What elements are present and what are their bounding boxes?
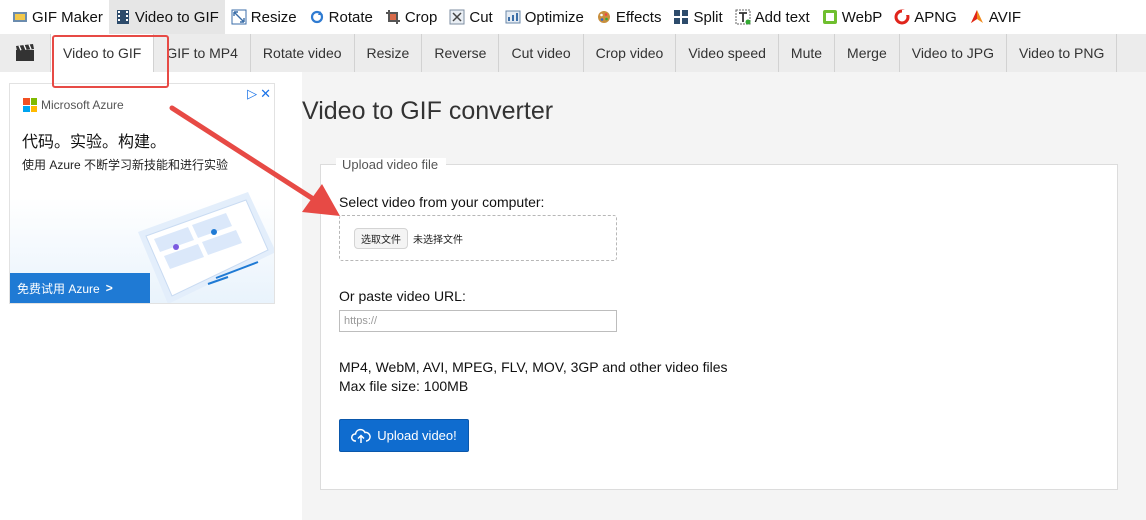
crop-icon [385, 10, 400, 24]
page-title: Video to GIF converter [302, 97, 554, 125]
nav-label: Crop [404, 8, 438, 26]
nav-label: WebP [841, 8, 883, 26]
sub-nav: Video to GIF GIF to MP4 Rotate video Res… [0, 34, 1146, 72]
tab-video-to-jpg[interactable]: Video to JPG [900, 34, 1007, 72]
optimize-icon [505, 10, 521, 24]
tab-video-speed[interactable]: Video speed [676, 34, 779, 72]
adchoices-icon[interactable]: ▷ [247, 86, 257, 102]
file-dropzone[interactable]: 选取文件 未选择文件 [339, 215, 617, 261]
nav-label: Cut [469, 8, 493, 26]
nav-effects[interactable]: Effects [590, 0, 668, 34]
nav-apng[interactable]: APNG [888, 0, 963, 34]
resize-icon [231, 9, 247, 25]
apng-icon [894, 9, 910, 25]
nav-add-text[interactable]: Add text [729, 0, 816, 34]
tab-resize[interactable]: Resize [355, 34, 423, 72]
video-url-label: Or paste video URL: [339, 288, 466, 304]
tab-rotate-video[interactable]: Rotate video [251, 34, 355, 72]
nav-gif-maker[interactable]: GIF Maker [6, 0, 109, 34]
supported-formats-text: MP4, WebM, AVI, MPEG, FLV, MOV, 3GP and … [339, 359, 728, 375]
nav-label: Rotate [328, 8, 373, 26]
ad-brand-logo: Microsoft Azure [23, 98, 124, 112]
tab-video-to-png[interactable]: Video to PNG [1007, 34, 1118, 72]
cloud-upload-icon [351, 428, 371, 443]
nav-avif[interactable]: AVIF [963, 0, 1027, 34]
split-icon [674, 10, 689, 24]
scissors-icon [449, 9, 465, 25]
ad-cta-label: 免费试用 Azure [17, 281, 100, 296]
nav-split[interactable]: Split [667, 0, 728, 34]
webp-icon [822, 10, 837, 24]
nav-resize[interactable]: Resize [225, 0, 303, 34]
effects-icon [597, 11, 610, 23]
tab-gif-to-mp4[interactable]: GIF to MP4 [154, 34, 251, 72]
panel-legend: Upload video file [342, 157, 439, 172]
tab-mute[interactable]: Mute [779, 34, 836, 72]
ad-dashboard-image [138, 192, 274, 303]
upload-video-button[interactable]: Upload video! [339, 419, 469, 452]
nav-label: Effects [615, 8, 662, 26]
tab-merge[interactable]: Merge [835, 34, 900, 72]
nav-label: AVIF [988, 8, 1022, 26]
tab-cut-video[interactable]: Cut video [499, 34, 584, 72]
nav-label: Optimize [524, 8, 584, 26]
nav-label: Add text [754, 8, 810, 26]
nav-video-to-gif[interactable]: Video to GIF [108, 0, 225, 34]
chevron-right-icon: > [105, 281, 113, 295]
ad-banner[interactable]: Microsoft Azure ▷ ✕ 代码。实验。构建。 使用 Azure 不… [9, 83, 275, 304]
nav-label: Split [693, 8, 723, 26]
choose-file-button[interactable]: 选取文件 [354, 227, 408, 249]
add-text-icon [735, 9, 751, 25]
clapperboard-icon [0, 34, 50, 72]
ad-cta-button[interactable]: 免费试用 Azure > [10, 273, 150, 303]
nav-label: GIF Maker [32, 8, 103, 26]
select-video-label: Select video from your computer: [339, 194, 545, 210]
nav-label: Video to GIF [134, 8, 219, 26]
file-status: 未选择文件 [413, 234, 463, 246]
top-nav: GIF Maker Video to GIF Resize Rotate Cro… [0, 0, 1146, 34]
nav-optimize[interactable]: Optimize [499, 0, 590, 34]
nav-label: APNG [914, 8, 957, 26]
nav-webp[interactable]: WebP [816, 0, 889, 34]
nav-rotate[interactable]: Rotate [303, 0, 379, 34]
tab-crop-video[interactable]: Crop video [584, 34, 677, 72]
upload-button-label: Upload video! [377, 428, 457, 443]
avif-icon [970, 10, 983, 23]
ad-headline: 代码。实验。构建。 [22, 134, 167, 151]
nav-cut[interactable]: Cut [443, 0, 498, 34]
video-url-input[interactable] [339, 310, 617, 332]
microsoft-logo-icon [23, 98, 37, 112]
film-icon [116, 10, 129, 24]
max-file-size-text: Max file size: 100MB [339, 378, 469, 394]
ad-controls: ▷ ✕ [247, 86, 271, 102]
tab-reverse[interactable]: Reverse [422, 34, 500, 72]
ad-close-icon[interactable]: ✕ [260, 86, 271, 102]
rotate-icon [310, 10, 323, 24]
nav-crop[interactable]: Crop [379, 0, 444, 34]
nav-label: Resize [250, 8, 297, 26]
gif-maker-icon [13, 12, 27, 22]
tab-video-to-gif[interactable]: Video to GIF [50, 34, 155, 72]
ad-brand: Microsoft Azure [41, 98, 124, 112]
ad-description: 使用 Azure 不断学习新技能和进行实验 [22, 158, 229, 172]
